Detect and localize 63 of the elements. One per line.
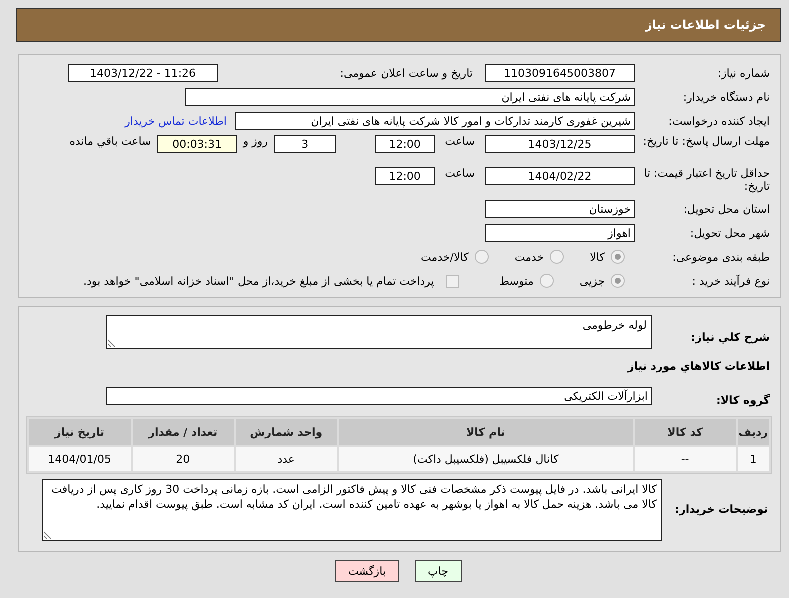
field-label: ایجاد کننده درخواست: <box>668 114 770 128</box>
radio-label: جزیی <box>580 274 605 288</box>
table-cell: 1 <box>738 447 769 471</box>
field-label: طبقه بندی موضوعی: <box>672 250 770 264</box>
checkbox[interactable] <box>446 274 460 288</box>
field-label: توضیحات خریدار: <box>674 502 769 516</box>
radio-button[interactable] <box>611 274 625 288</box>
validity-date-field[interactable]: 1404/02/22 <box>485 167 635 185</box>
province-field[interactable]: خوزستان <box>485 200 635 218</box>
print-button[interactable]: چاپ <box>415 560 462 582</box>
days-field[interactable]: 3 <box>274 135 336 153</box>
description-textarea[interactable]: لوله خرطومی <box>106 315 652 349</box>
page-header: جزئیات اطلاعات نیاز <box>16 8 781 42</box>
table-cell: 1404/01/05 <box>29 447 131 471</box>
field-label: حداقل تاریخ اعتبار قیمت: تا تاریخ: <box>643 167 770 193</box>
field-label: نام دستگاه خریدار: <box>682 90 770 104</box>
back-button[interactable]: بازگشت <box>335 560 400 582</box>
field-label: شهر محل تحویل: <box>689 226 770 240</box>
resize-grip-icon[interactable] <box>44 531 52 539</box>
buyer-contact-link[interactable]: اطلاعات تماس خریدار <box>125 114 227 128</box>
time-label: ساعت <box>445 135 475 148</box>
section-title: اطلاعات کالاهاي مورد نیاز <box>626 360 770 372</box>
table-cell: کانال فلکسیبل (فلکسیبل داکت) <box>338 447 633 471</box>
reply-date-field[interactable]: 1403/12/25 <box>485 135 635 153</box>
radio-label: کالا/خدمت <box>421 250 469 264</box>
requester-field[interactable]: شیرین غفوری کارمند تدارکات و امور کالا شرکت پایانه های نفتی ایران <box>235 112 635 130</box>
validity-time-field[interactable]: 12:00 <box>375 167 436 185</box>
resize-grip-icon[interactable] <box>108 339 116 347</box>
field-label: نوع فرآیند خرید : <box>691 274 770 288</box>
remaining-time-field[interactable]: 00:03:31 <box>157 135 238 153</box>
field-label: گروه کالا: <box>715 392 770 406</box>
table-cell: 20 <box>132 447 234 471</box>
reply-time-field[interactable]: 12:00 <box>375 135 436 153</box>
radio-label: کالا <box>590 250 605 264</box>
column-header: واحد شمارش <box>236 419 337 445</box>
table-cell: عدد <box>236 447 337 471</box>
table-cell: -- <box>634 447 736 471</box>
buyer-notes-textarea[interactable]: کالا ایرانی باشد. در فایل پیوست ذکر مشخصات فنی کالا و پیش فاکتور الزامی است. بازه زمانی پرداخت 30 روز کاری پس از دریافت کالا می باشد. هزینه حمل کالا به اهواز یا بوشهر به عهده تامین کننده است. ایران کد مشابه است. طبق پیوست اقدام نمایید. <box>42 479 662 541</box>
goods-group-field[interactable]: ابزارآلات الکتریکی <box>106 387 652 405</box>
field-label: شرح کلي نیاز: <box>690 330 770 344</box>
field-label: استان محل تحویل: <box>682 202 770 216</box>
remaining-label: ساعت باقي مانده <box>70 135 152 148</box>
city-field[interactable]: اهواز <box>485 224 635 242</box>
radio-label: خدمت <box>514 250 544 264</box>
radio-button[interactable] <box>550 250 564 264</box>
column-header: کد کالا <box>634 419 736 445</box>
column-header: نام کالا <box>338 419 633 445</box>
radio-button[interactable] <box>474 250 489 264</box>
field-label: تاریخ و ساعت اعلان عمومی: <box>339 66 474 80</box>
field-label: مهلت ارسال پاسخ: تا تاریخ: <box>642 135 770 148</box>
time-label: ساعت <box>445 167 475 180</box>
radio-button[interactable] <box>540 274 554 288</box>
radio-label: متوسط <box>499 274 534 288</box>
field-label: شماره نیاز: <box>716 66 770 80</box>
buyer-org-field[interactable]: شرکت پایانه های نفتی ایران <box>185 88 635 106</box>
days-label: روز و <box>243 135 268 148</box>
radio-button[interactable] <box>611 250 625 264</box>
column-header: تعداد / مقدار <box>132 419 234 445</box>
column-header: تاریخ نیاز <box>29 419 131 445</box>
announce-date-field[interactable]: 1403/12/22 - 11:26 <box>68 64 218 82</box>
column-header: ردیف <box>738 419 769 445</box>
need-number-field[interactable]: 1103091645003807 <box>485 64 635 82</box>
treasury-label: پرداخت تمام یا بخشی از مبلغ خرید،از محل "اسناد خزانه اسلامی" خواهد بود. <box>84 274 434 288</box>
